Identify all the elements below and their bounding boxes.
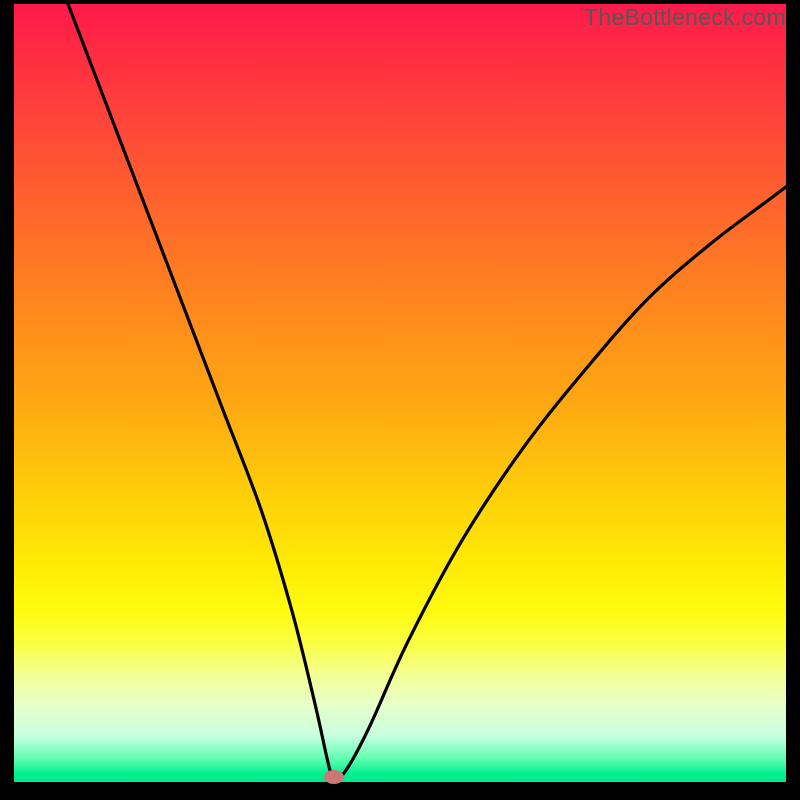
bottleneck-curve <box>68 4 786 778</box>
gradient-plot-area <box>14 4 786 782</box>
curve-svg <box>14 4 786 782</box>
watermark-text: TheBottleneck.com <box>584 4 786 31</box>
optimum-marker <box>324 770 344 784</box>
